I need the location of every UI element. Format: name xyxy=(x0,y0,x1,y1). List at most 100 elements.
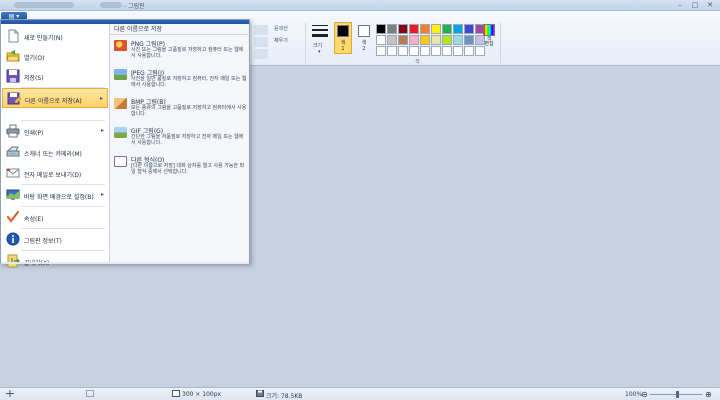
palette-color-swatch[interactable] xyxy=(420,24,430,34)
palette-color-swatch[interactable] xyxy=(453,24,463,34)
color1-label: 색 1 xyxy=(340,40,346,52)
submenu-item-description: [다른 이름으로 저장] 대화 상자를 열고 사용 가능한 파일 형식 중에서 … xyxy=(131,163,245,175)
email-icon xyxy=(6,168,20,178)
palette-color-swatch[interactable] xyxy=(464,46,474,56)
palette-color-swatch[interactable] xyxy=(420,46,430,56)
palette-color-swatch[interactable] xyxy=(387,46,397,56)
save-as-png[interactable]: PNG 그림(P) 사진 또는 그림을 고품질로 저장하고 컴퓨터 또는 웹에서… xyxy=(110,37,250,65)
palette-color-swatch[interactable] xyxy=(431,35,441,45)
color1-swatch xyxy=(337,25,349,37)
zoom-out-button[interactable]: ⊖ xyxy=(641,390,648,399)
printer-icon xyxy=(6,124,20,138)
color2-button[interactable]: 색 2 xyxy=(355,22,373,54)
jpeg-image-icon xyxy=(114,69,127,80)
menu-item-open[interactable]: 열기(O) xyxy=(2,46,108,66)
palette-color-swatch[interactable] xyxy=(376,24,386,34)
shape-icon[interactable] xyxy=(254,37,268,47)
palette-color-swatch[interactable] xyxy=(431,24,441,34)
palette-color-swatch[interactable] xyxy=(453,35,463,45)
minimize-button[interactable]: – xyxy=(673,0,687,10)
palette-color-swatch[interactable] xyxy=(453,46,463,56)
palette-color-swatch[interactable] xyxy=(398,24,408,34)
menu-item-label: 속성(E) xyxy=(24,216,44,223)
zoom-in-button[interactable]: ⊕ xyxy=(705,390,712,399)
menu-item-new[interactable]: 새로 만들기(N) xyxy=(2,26,108,46)
title-bar: - 그림판 – □ ✕ xyxy=(0,0,720,11)
cursor-position-icon xyxy=(6,390,14,397)
save-as-jpeg[interactable]: JPEG 그림(J) 사진을 일반 품질로 저장하고 컴퓨터, 전자 메일 또는… xyxy=(110,66,250,94)
shape-icon[interactable] xyxy=(254,49,268,59)
zoom-slider-thumb[interactable] xyxy=(676,391,679,398)
palette-color-swatch[interactable] xyxy=(409,24,419,34)
save-as-gif[interactable]: GIF 그림(G) 간단한 그림을 저품질로 저장하고 전자 메일 또는 웹에서… xyxy=(110,124,250,152)
maximize-button[interactable]: □ xyxy=(688,0,702,10)
shape-icon[interactable] xyxy=(254,25,268,35)
line-size-icon xyxy=(312,34,328,37)
palette-color-swatch[interactable] xyxy=(442,24,452,34)
png-image-icon xyxy=(114,40,127,51)
line-size-icon xyxy=(312,29,328,31)
menu-item-save[interactable]: 저장(S) xyxy=(2,66,108,86)
bmp-image-icon xyxy=(114,98,127,109)
palette-color-swatch[interactable] xyxy=(431,46,441,56)
palette-color-swatch[interactable] xyxy=(387,24,397,34)
gif-image-icon xyxy=(114,127,127,138)
palette-color-swatch[interactable] xyxy=(409,46,419,56)
palette-color-swatch[interactable] xyxy=(376,35,386,45)
palette-color-swatch[interactable] xyxy=(398,46,408,56)
palette-color-swatch[interactable] xyxy=(376,46,386,56)
new-document-icon xyxy=(8,29,19,43)
menu-item-save-as[interactable]: 다른 이름으로 저장(A) ▸ xyxy=(2,88,108,108)
menu-item-label: 스캐너 또는 카메라(M) xyxy=(24,151,82,158)
submenu-item-description: 사진을 일반 품질로 저장하고 컴퓨터, 전자 메일 또는 웹에서 사용합니다. xyxy=(131,76,247,88)
menu-item-email[interactable]: 전자 메일로 보내기(D) xyxy=(2,163,108,183)
edit-colors-label: 색 편집 xyxy=(484,36,494,47)
quick-access-toolbar[interactable] xyxy=(14,2,74,8)
shape-fill-button[interactable]: 채우기 xyxy=(274,37,288,44)
other-format-icon xyxy=(114,156,127,167)
save-as-icon xyxy=(7,92,21,105)
zoom-level: 100% xyxy=(625,391,643,398)
shape-outline-button[interactable]: 윤곽선 xyxy=(274,25,288,32)
menu-item-scanner[interactable]: 스캐너 또는 카메라(M) xyxy=(2,142,108,162)
menu-item-desktop-background[interactable]: 바탕 화면 배경으로 설정(B) ▸ xyxy=(2,185,108,205)
save-as-other-format[interactable]: 다른 형식(O) [다른 이름으로 저장] 대화 상자를 열고 사용 가능한 파… xyxy=(110,153,250,181)
close-button[interactable]: ✕ xyxy=(703,0,717,10)
canvas-size-icon xyxy=(172,390,180,397)
color1-button[interactable]: 색 1 xyxy=(334,22,352,54)
size-button[interactable]: 크기 ▾ xyxy=(310,23,330,57)
color-spectrum-icon xyxy=(483,24,495,36)
palette-color-swatch[interactable] xyxy=(409,35,419,45)
submenu-item-description: 사진 또는 그림을 고품질로 저장하고 컴퓨터 또는 웹에서 사용합니다. xyxy=(131,47,244,59)
save-disk-icon xyxy=(6,69,20,83)
desktop-background-icon xyxy=(6,189,20,200)
menu-item-properties[interactable]: 속성(E) xyxy=(2,207,108,227)
palette-color-swatch[interactable] xyxy=(464,35,474,45)
file-size: 크기: 78.5KB xyxy=(266,393,303,400)
menu-item-about[interactable]: 그림판 정보(T) xyxy=(2,229,108,249)
color2-label: 색 2 xyxy=(361,40,367,52)
save-as-bmp[interactable]: BMP 그림(B) 모든 종류의 그림을 고품질로 저장하고 컴퓨터에서 사용합… xyxy=(110,95,250,123)
menu-item-exit[interactable]: 끝내기(X) xyxy=(2,251,108,269)
menu-item-label: 바탕 화면 배경으로 설정(B) xyxy=(24,194,94,201)
menu-item-label: 그림판 정보(T) xyxy=(24,238,62,245)
open-folder-icon xyxy=(6,50,20,62)
palette-color-swatch[interactable] xyxy=(464,24,474,34)
size-label: 크기 xyxy=(313,43,323,49)
submenu-item-description: 간단한 그림을 저품질로 저장하고 전자 메일 또는 웹에서 사용합니다. xyxy=(131,134,244,146)
menu-item-label: 저장(S) xyxy=(24,75,44,82)
submenu-header: 다른 이름으로 저장 xyxy=(110,24,250,35)
scanner-icon xyxy=(6,146,20,157)
palette-color-swatch[interactable] xyxy=(442,46,452,56)
palette-color-swatch[interactable] xyxy=(442,35,452,45)
edit-colors-button[interactable]: 색 편집 xyxy=(482,24,496,50)
checkmark-icon xyxy=(6,210,20,223)
menu-item-label: 인쇄(P) xyxy=(24,130,44,137)
menu-item-print[interactable]: 인쇄(P) ▸ xyxy=(2,121,108,141)
status-bar: 300 × 100px 크기: 78.5KB 100% ⊖ ⊕ xyxy=(0,387,720,400)
palette-color-swatch[interactable] xyxy=(387,35,397,45)
palette-color-swatch[interactable] xyxy=(398,35,408,45)
menu-commands: 새로 만들기(N) 열기(O) 저장(S) 다른 이름으로 저장(A) ▸ 인쇄… xyxy=(1,24,109,268)
palette-color-swatch[interactable] xyxy=(420,35,430,45)
chevron-down-icon: ▾ xyxy=(318,49,321,55)
